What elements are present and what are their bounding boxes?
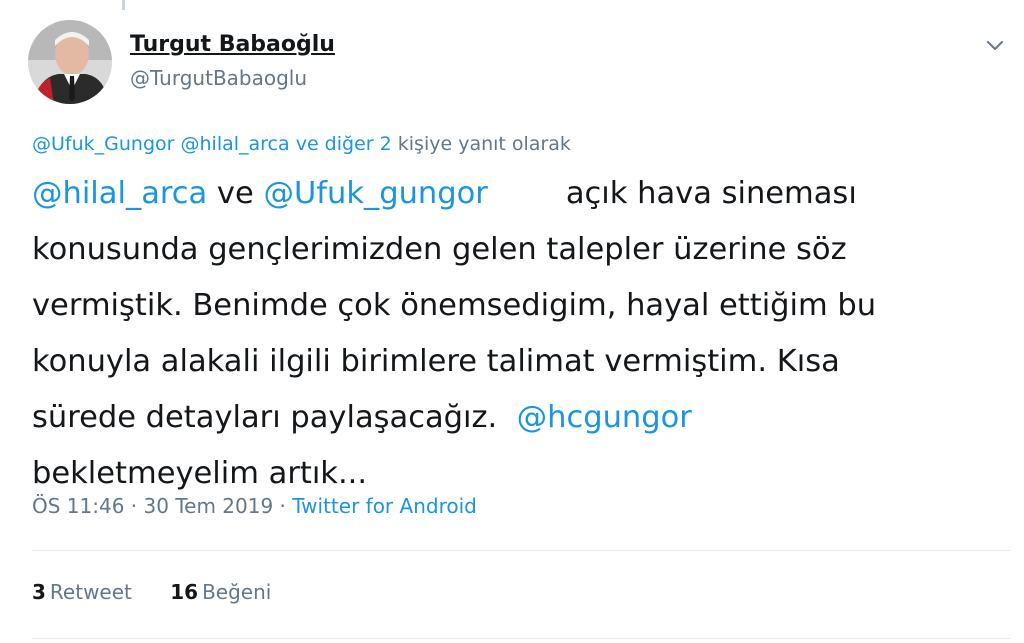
retweet-label: Retweet [49,580,132,604]
tweet-line-5-text: sürede detayları paylaşacağız. [32,400,498,435]
like-label: Beğeni [202,580,272,604]
tweet-line-3: vermiştik. Benimde çok önemsedigim, haya… [32,288,877,323]
reply-suffix: kişiye yanıt olarak [397,133,571,155]
like-count: 16 [170,580,199,604]
retweet-count: 3 [32,580,46,604]
thread-line [122,0,125,10]
tweet-line-1: @hilal_arca ve @Ufuk_gungor açık hava sin… [32,166,992,222]
divider-top [32,550,1010,551]
tweet-text: @hilal_arca ve @Ufuk_gungor açık hava sin… [32,166,992,502]
tweet-time[interactable]: ÖS 11:46 [32,494,124,518]
chevron-down-icon[interactable] [982,32,1008,58]
divider-bottom [32,638,1010,639]
reply-context: @Ufuk_Gungor @hilal_arca ve diğer 2 kişi… [32,133,571,155]
tweet-line-1-rest: açık hava sineması [565,176,857,211]
reply-mention-ufuk[interactable]: @Ufuk_Gungor [32,133,174,155]
meta-separator-1: · [124,494,144,518]
retweet-stat[interactable]: 3 Retweet [32,580,132,604]
tweet-meta: ÖS 11:46 · 30 Tem 2019 · Twitter for And… [32,494,477,518]
meta-separator-2: · [273,494,293,518]
author-name[interactable]: Turgut Babaoğlu [130,32,335,57]
mention-hilal-arca[interactable]: @hilal_arca [32,176,207,211]
tweet-source[interactable]: Twitter for Android [292,494,477,518]
mention-hcgungor[interactable]: @hcgungor [517,400,692,435]
tweet-line-4: konuyla alakali ilgili birimlere talimat… [32,344,840,379]
reply-mention-hilal[interactable]: @hilal_arca [181,133,290,155]
tweet-date[interactable]: 30 Tem 2019 [144,494,274,518]
reply-others-link[interactable]: ve diğer 2 [296,133,392,155]
author-handle[interactable]: @TurgutBabaoglu [130,66,307,90]
avatar-image [28,20,112,104]
and-word: ve [207,176,264,211]
mention-ufuk-gungor[interactable]: @Ufuk_gungor [263,176,487,211]
avatar[interactable] [28,20,112,104]
tweet-line-5: sürede detayları paylaşacağız. @hcgungor [32,390,992,446]
tweet-line-2: konusunda gençlerimizden gelen talepler … [32,232,847,267]
like-stat[interactable]: 16 Beğeni [170,580,271,604]
tweet-stats: 3 Retweet 16 Beğeni [32,580,303,604]
